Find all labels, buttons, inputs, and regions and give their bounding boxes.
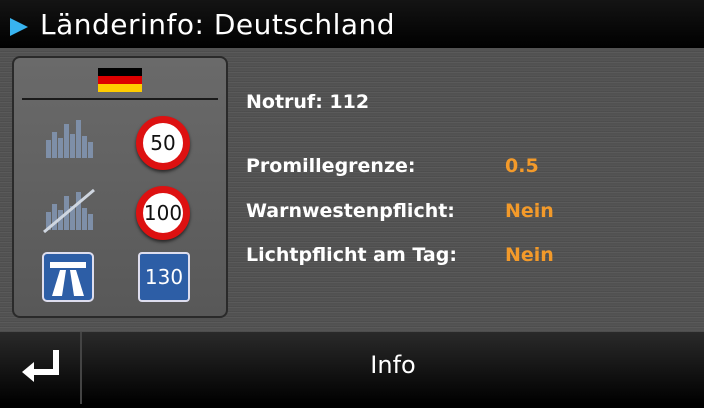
alcohol-limit-label: Promillegrenze:	[246, 155, 416, 177]
play-arrow-icon	[10, 18, 28, 36]
page-title: Länderinfo: Deutschland	[40, 8, 396, 41]
country-info-panel: 50 100 130 Notruf: 112 Promillegrenze: 0…	[0, 48, 704, 332]
speed-limit-motorway-value: 130	[144, 265, 184, 289]
separator-line	[22, 98, 218, 100]
speed-limit-rural-value: 100	[143, 201, 183, 225]
rural-area-icon	[43, 188, 95, 234]
return-arrow-icon	[22, 350, 59, 382]
safety-vest-label: Warnwestenpflicht:	[246, 200, 455, 222]
traffic-signs-panel: 50 100 130	[12, 56, 228, 318]
motorway-sign-icon	[42, 252, 94, 302]
footer-title: Info	[370, 351, 416, 379]
title-bar: Länderinfo: Deutschland	[0, 0, 704, 48]
safety-vest-value: Nein	[505, 200, 554, 222]
speed-limit-rural-sign: 100	[136, 186, 190, 240]
urban-area-icon	[46, 120, 93, 158]
emergency-number: Notruf: 112	[246, 91, 370, 113]
bottom-bar: Info	[0, 332, 704, 404]
germany-flag-icon	[98, 68, 142, 92]
daytime-lights-label: Lichtpflicht am Tag:	[246, 244, 457, 266]
speed-limit-urban-sign: 50	[136, 116, 190, 170]
alcohol-limit-value: 0.5	[505, 155, 539, 177]
speed-limit-urban-value: 50	[150, 131, 176, 155]
speed-limit-motorway-sign: 130	[138, 252, 190, 302]
daytime-lights-value: Nein	[505, 244, 554, 266]
back-button[interactable]	[0, 332, 80, 404]
